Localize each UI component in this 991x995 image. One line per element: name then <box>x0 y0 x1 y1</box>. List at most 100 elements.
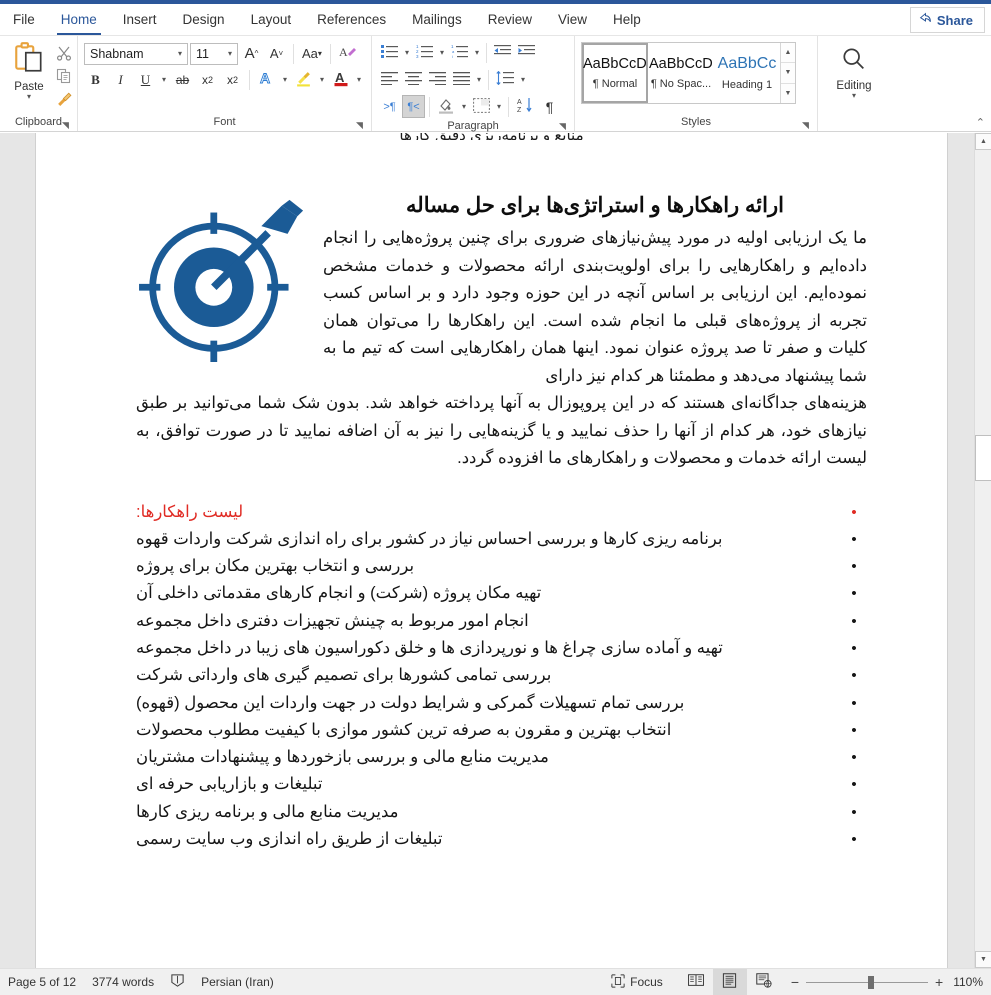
rtl-text-direction-button[interactable]: ¶< <box>402 95 425 118</box>
bullet-marker: • <box>851 694 857 712</box>
bullets-dropdown-arrow[interactable]: ▾ <box>402 48 412 57</box>
editing-dropdown-arrow[interactable]: ▾ <box>852 92 856 100</box>
underline-button[interactable]: U <box>134 68 157 91</box>
clipboard-dialog-launcher[interactable]: ◥ <box>60 120 71 131</box>
align-left-button[interactable] <box>378 68 401 91</box>
share-button[interactable]: Share <box>909 7 985 33</box>
multilevel-list-button[interactable]: 1ai <box>448 41 471 64</box>
zoom-knob[interactable] <box>868 975 874 989</box>
grow-font-button[interactable]: A ^ <box>240 42 263 65</box>
zoom-slider[interactable]: − + <box>791 975 943 989</box>
document-page[interactable]: منابع و برنامه‌ریزی دقیق کارها ارائه راه… <box>35 133 948 968</box>
tab-help[interactable]: Help <box>600 4 654 35</box>
decrease-indent-button[interactable] <box>491 41 514 64</box>
style-item-heading-1[interactable]: AaBbCс Heading 1 <box>714 43 780 103</box>
vertical-scrollbar[interactable]: ▲ ▼ <box>974 133 991 968</box>
clear-formatting-button[interactable]: A <box>336 42 360 65</box>
text-effects-dropdown-arrow[interactable]: ▾ <box>280 75 290 84</box>
tab-layout[interactable]: Layout <box>238 4 305 35</box>
paste-dropdown-arrow[interactable]: ▾ <box>27 93 31 101</box>
tab-view[interactable]: View <box>545 4 600 35</box>
italic-button[interactable]: I <box>109 68 132 91</box>
bold-button[interactable]: B <box>84 68 107 91</box>
scroll-up-button[interactable]: ▲ <box>975 133 991 150</box>
format-painter-button[interactable] <box>56 91 73 111</box>
numbering-dropdown-arrow[interactable]: ▾ <box>437 48 447 57</box>
zoom-level[interactable]: 110% <box>953 975 983 989</box>
shrink-font-button[interactable]: A ˅ <box>265 42 288 65</box>
justify-dropdown-arrow[interactable]: ▾ <box>474 75 484 84</box>
line-spacing-button[interactable] <box>493 68 517 91</box>
highlight-dropdown-arrow[interactable]: ▾ <box>317 75 327 84</box>
font-dialog-launcher[interactable]: ◥ <box>354 120 365 131</box>
styles-scroll-up-button[interactable]: ▲ <box>781 43 795 64</box>
proofing-status-button[interactable] <box>170 973 185 991</box>
align-right-button[interactable] <box>426 68 449 91</box>
focus-mode-button[interactable]: Focus <box>611 973 663 991</box>
align-center-button[interactable] <box>402 68 425 91</box>
font-size-combo[interactable]: 11 ▾ <box>190 42 238 65</box>
bullets-button[interactable] <box>378 41 401 64</box>
word-count[interactable]: 3774 words <box>92 975 154 989</box>
change-case-button[interactable]: Aa ▾ <box>299 42 325 65</box>
divider <box>508 96 509 117</box>
tab-mailings[interactable]: Mailings <box>399 4 475 35</box>
zoom-track[interactable] <box>806 975 928 989</box>
borders-dropdown-arrow[interactable]: ▾ <box>494 102 504 111</box>
scrollbar-thumb[interactable] <box>975 435 991 481</box>
strikethrough-button[interactable]: ab <box>171 68 194 91</box>
sort-button[interactable]: AZ <box>513 95 537 118</box>
cut-button[interactable] <box>56 45 72 65</box>
numbering-button[interactable]: 123 <box>413 41 436 64</box>
tab-insert[interactable]: Insert <box>110 4 170 35</box>
subscript-button[interactable]: x2 <box>196 68 219 91</box>
list-item: • بررسی تمامی کشورها برای تصمیم گیری های … <box>136 662 867 689</box>
text-effects-button[interactable]: A <box>255 68 278 91</box>
web-layout-button[interactable] <box>747 969 781 995</box>
font-color-button[interactable]: A <box>329 68 352 91</box>
ltr-text-direction-button[interactable]: >¶ <box>378 95 401 118</box>
style-item-no-spacing[interactable]: AaBbCcDc ¶ No Spac... <box>648 43 714 103</box>
borders-button[interactable] <box>470 95 493 118</box>
tab-layout-label: Layout <box>250 12 292 27</box>
clear-formatting-icon: A <box>339 44 357 63</box>
shading-button[interactable] <box>434 95 458 118</box>
multilevel-dropdown-arrow[interactable]: ▾ <box>472 48 482 57</box>
copy-button[interactable] <box>56 68 72 88</box>
document-content[interactable]: ارائه راهکارها و استراتژی‌ها برای حل مسا… <box>136 193 867 853</box>
highlight-button[interactable] <box>292 68 315 91</box>
read-mode-button[interactable] <box>679 969 713 995</box>
zoom-out-button[interactable]: − <box>791 975 799 989</box>
page-indicator[interactable]: Page 5 of 12 <box>8 975 76 989</box>
list-item: • بررسی تمام تسهیلات گمرکی و شرایط دولت د… <box>136 690 867 717</box>
tab-home[interactable]: Home <box>48 4 110 35</box>
line-spacing-dropdown-arrow[interactable]: ▾ <box>518 75 528 84</box>
font-group-label: Font ◥ <box>82 116 367 131</box>
document-paragraph-continued: هزینه‌های جداگانه‌ای هستند که در این پرو… <box>136 394 867 467</box>
show-formatting-marks-button[interactable]: ¶ <box>538 95 561 118</box>
style-item-normal[interactable]: AaBbCcDc ¶ Normal <box>582 43 648 103</box>
styles-dialog-launcher[interactable]: ◥ <box>800 120 811 131</box>
document-canvas[interactable]: منابع و برنامه‌ریزی دقیق کارها ارائه راه… <box>0 133 991 968</box>
justify-button[interactable] <box>450 68 473 91</box>
paragraph-dialog-launcher[interactable]: ◥ <box>557 121 568 132</box>
font-name-combo[interactable]: Shabnam ▾ <box>84 42 188 65</box>
tab-design[interactable]: Design <box>170 4 238 35</box>
print-layout-button[interactable] <box>712 969 747 995</box>
superscript-button[interactable]: x2 <box>221 68 244 91</box>
underline-dropdown-arrow[interactable]: ▾ <box>159 75 169 84</box>
tab-references[interactable]: References <box>304 4 399 35</box>
tab-review[interactable]: Review <box>475 4 545 35</box>
shading-dropdown-arrow[interactable]: ▾ <box>459 102 469 111</box>
styles-scroll-down-button[interactable]: ▼ <box>781 63 795 84</box>
tab-file[interactable]: File <box>0 4 48 35</box>
zoom-in-button[interactable]: + <box>935 975 943 989</box>
collapse-ribbon-button[interactable]: ⌃ <box>976 116 985 129</box>
increase-indent-button[interactable] <box>515 41 538 64</box>
styles-more-button[interactable]: ▼ <box>781 83 795 103</box>
paste-button[interactable]: Paste ▾ <box>7 41 51 111</box>
language-indicator[interactable]: Persian (Iran) <box>201 975 274 989</box>
scroll-down-button[interactable]: ▼ <box>975 951 991 968</box>
editing-button[interactable]: Editing ▾ <box>827 39 881 100</box>
font-color-dropdown-arrow[interactable]: ▾ <box>354 75 364 84</box>
